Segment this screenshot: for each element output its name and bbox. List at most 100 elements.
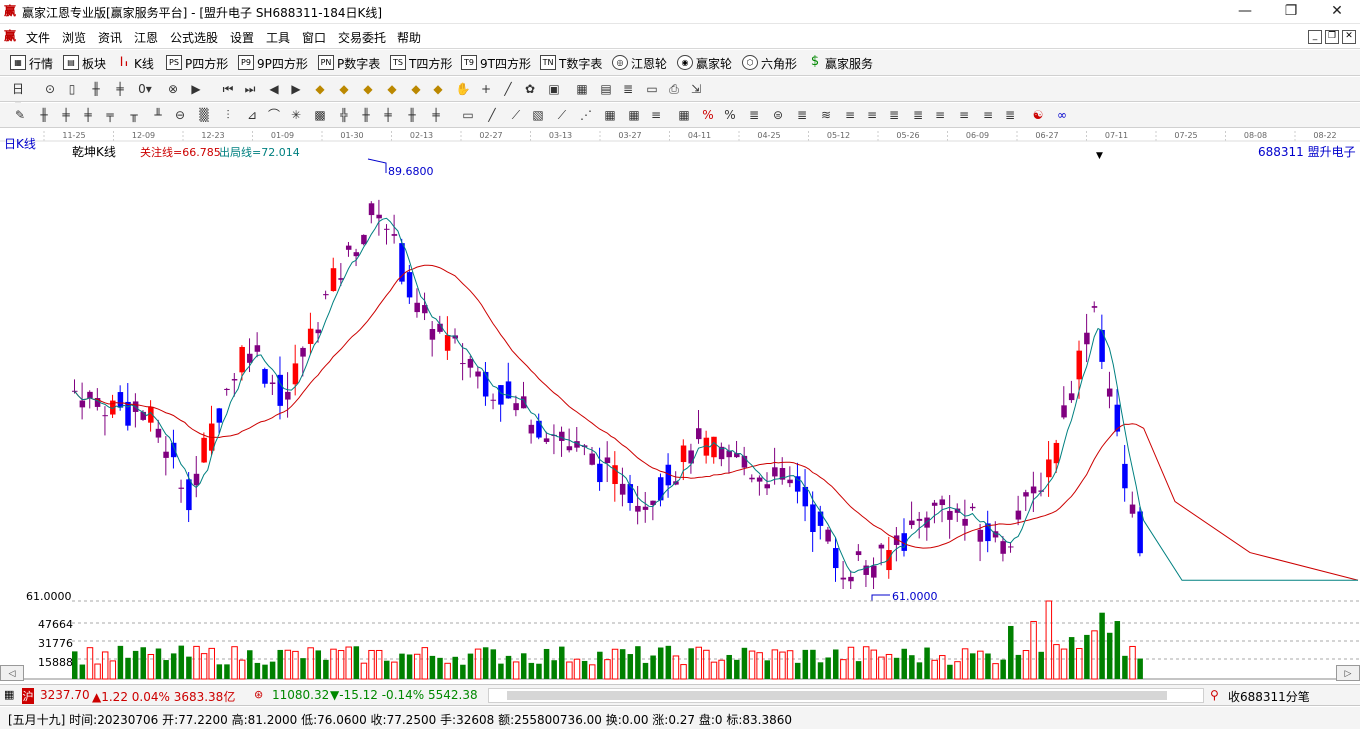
fib5-icon[interactable]: ≡ (842, 107, 858, 123)
doc-icon[interactable]: ▯ (64, 81, 80, 97)
kline-chart[interactable]: 11-25 12-09 12-23 01-09 01-30 02-13 02-27 03-13… (0, 129, 1360, 683)
fib-icon[interactable]: ≣ (746, 107, 762, 123)
indicator-select-icon[interactable]: 0▾ (137, 81, 153, 97)
kline2-icon[interactable]: ╪ (112, 81, 128, 97)
fib8-icon[interactable]: ≣ (910, 107, 926, 123)
gann-fan-icon[interactable]: ⟋ (508, 107, 524, 123)
diamond-2-icon[interactable]: ◆ (336, 81, 352, 97)
maximize-button[interactable]: ❐ (1268, 0, 1314, 24)
channel-icon[interactable]: ╱ (484, 107, 500, 123)
nav-t-square[interactable]: TS T四方形 (390, 55, 452, 71)
tool-e-icon[interactable]: ╨ (150, 107, 166, 123)
tool-k-icon[interactable]: ╫ (404, 107, 420, 123)
kline-icon[interactable]: ╫ (88, 81, 104, 97)
print-icon[interactable]: ⎙ (666, 81, 682, 97)
menu-tools[interactable]: 工具 (266, 29, 290, 46)
nav-9p-square[interactable]: P9 9P四方形 (238, 55, 308, 71)
diamond-3-icon[interactable]: ◆ (360, 81, 376, 97)
percent-red-icon[interactable]: % (700, 107, 716, 123)
play-icon[interactable]: ▶ (188, 81, 204, 97)
menu-trade[interactable]: 交易委托 (338, 29, 386, 46)
menu-news[interactable]: 资讯 (98, 29, 122, 46)
tool-b-icon[interactable]: ╪ (80, 107, 96, 123)
fib7-icon[interactable]: ≣ (886, 107, 902, 123)
crosshair-icon[interactable]: + (478, 81, 494, 97)
scroll-right-button[interactable]: ▷ (1336, 665, 1360, 681)
nav-winner-wheel[interactable]: ◉ 赢家轮 (677, 55, 732, 71)
diamond-1-icon[interactable]: ◆ (312, 81, 328, 97)
diamond-5-icon[interactable]: ◆ (408, 81, 424, 97)
trend-icon[interactable]: ⟋ (554, 107, 570, 123)
fib3-icon[interactable]: ≣ (794, 107, 810, 123)
zigzag-icon[interactable]: ⋰ (578, 107, 594, 123)
fib12-icon[interactable]: ≣ (1002, 107, 1018, 123)
save-icon[interactable]: ▭ (644, 81, 660, 97)
table-tool-icon[interactable]: ▦ (602, 107, 618, 123)
nav-p-square[interactable]: PS P四方形 (166, 55, 228, 71)
next-icon[interactable]: ▶ (288, 81, 304, 97)
last-icon[interactable]: ⏭ (242, 81, 258, 97)
yinyang-icon[interactable]: ☯ (1030, 107, 1046, 123)
diamond-6-icon[interactable]: ◆ (430, 81, 446, 97)
period-select-icon[interactable]: 日▾ (10, 81, 26, 112)
star-icon[interactable]: ✳ (288, 107, 304, 123)
chart-setting-icon[interactable]: ⊙ (42, 81, 58, 97)
pen-icon[interactable]: ✎ (12, 107, 28, 123)
tool-i-icon[interactable]: ╫ (358, 107, 374, 123)
tool-g-icon[interactable]: ⫶ (220, 107, 236, 123)
ruler-icon[interactable]: ▦ (676, 107, 692, 123)
nav-service[interactable]: $ 赢家服务 (808, 55, 873, 71)
vline-icon[interactable]: ╫ (36, 107, 52, 123)
line-tool-icon[interactable]: ╱ (500, 81, 516, 97)
nav-sectors[interactable]: ▤ 板块 (63, 55, 106, 71)
tool-d-icon[interactable]: ╥ (126, 107, 142, 123)
tool-a-icon[interactable]: ╪ (58, 107, 74, 123)
fib10-icon[interactable]: ≡ (956, 107, 972, 123)
mdi-restore-icon[interactable]: ❐ (1325, 30, 1339, 44)
fib6-icon[interactable]: ≡ (864, 107, 880, 123)
infinity-icon[interactable]: ∞ (1054, 107, 1070, 123)
tool-c-icon[interactable]: ╤ (102, 107, 118, 123)
mdi-close-icon[interactable]: ✕ (1342, 30, 1356, 44)
menu-help[interactable]: 帮助 (397, 29, 421, 46)
menu-formula[interactable]: 公式选股 (170, 29, 218, 46)
circle-tool-icon[interactable]: ⊖ (172, 107, 188, 123)
tool-j-icon[interactable]: ╪ (380, 107, 396, 123)
first-icon[interactable]: ⏮ (220, 81, 236, 97)
tick-label[interactable]: 收688311分笔 (1228, 688, 1310, 705)
export-icon[interactable]: ⇲ (688, 81, 704, 97)
fib9-icon[interactable]: ≡ (932, 107, 948, 123)
scroll-thumb[interactable] (507, 691, 1167, 700)
fib11-icon[interactable]: ≡ (980, 107, 996, 123)
square-tool-icon[interactable]: ▩ (312, 107, 328, 123)
tool-f-icon[interactable]: ▒ (196, 107, 212, 123)
gann-box-icon[interactable]: ▣ (546, 81, 562, 97)
close-button[interactable]: ✕ (1314, 0, 1360, 24)
nav-p-table[interactable]: PN P数字表 (318, 55, 380, 71)
mdi-minimize-icon[interactable]: _ (1308, 30, 1322, 44)
nav-9t-square[interactable]: T9 9T四方形 (461, 55, 531, 71)
lines-icon[interactable]: ≡ (648, 107, 664, 123)
calendar-icon[interactable]: ▦ (574, 81, 590, 97)
status-scrollbar[interactable] (488, 688, 1204, 703)
hand-icon[interactable]: ✋ (455, 81, 471, 97)
rect-tool-icon[interactable]: ▭ (460, 107, 476, 123)
nav-kline[interactable]: ┃╻ K线 (117, 55, 154, 71)
nav-gann-wheel[interactable]: ◎ 江恩轮 (612, 55, 667, 71)
pattern-icon[interactable]: ✿ (522, 81, 538, 97)
menu-file[interactable]: 文件 (26, 29, 50, 46)
matrix-icon[interactable]: ▦ (626, 107, 642, 123)
grid-view-icon[interactable]: ▤ (598, 81, 614, 97)
menu-browse[interactable]: 浏览 (62, 29, 86, 46)
nav-hexagon[interactable]: ⬡ 六角形 (742, 55, 797, 71)
minimize-button[interactable]: — (1222, 0, 1268, 24)
percent-icon[interactable]: % (722, 107, 738, 123)
diamond-4-icon[interactable]: ◆ (384, 81, 400, 97)
fib2-icon[interactable]: ⊜ (770, 107, 786, 123)
cancel-drawing-icon[interactable]: ⊗ (165, 81, 181, 97)
arc-icon[interactable]: ⌒ (266, 107, 282, 123)
menu-settings[interactable]: 设置 (230, 29, 254, 46)
gann-grid-icon[interactable]: ▧ (530, 107, 546, 123)
nav-t-table[interactable]: TN T数字表 (540, 55, 602, 71)
list-view-icon[interactable]: ≣ (620, 81, 636, 97)
